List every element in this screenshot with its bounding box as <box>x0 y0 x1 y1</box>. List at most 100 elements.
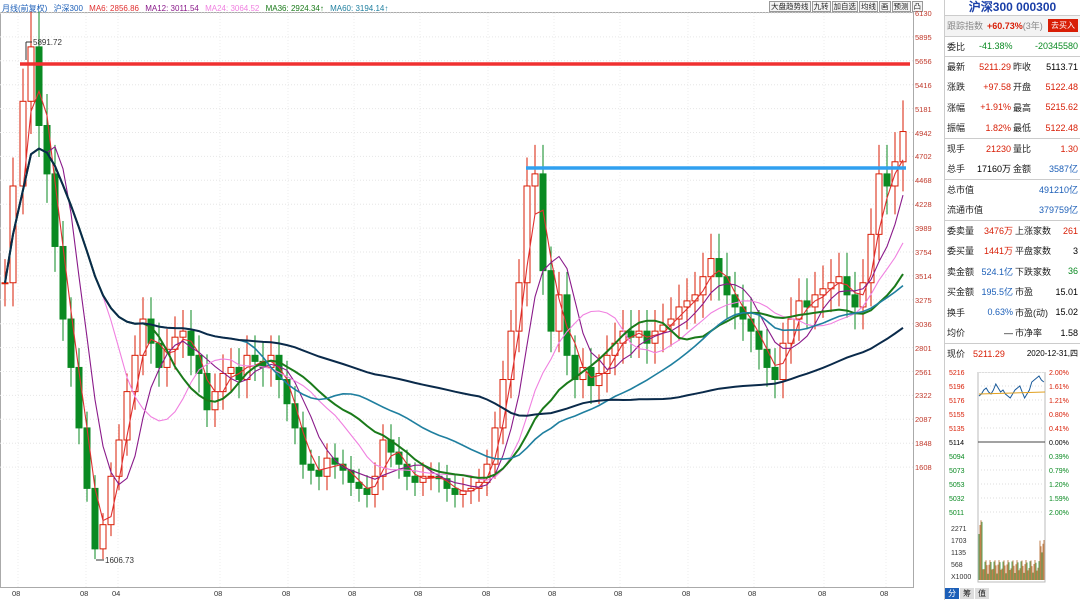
mcap-label: 总市值 <box>947 185 975 196</box>
y-tick-label: 2561 <box>915 367 932 377</box>
sellvol-label: 委卖量 <box>947 226 975 237</box>
weibi-value: -41.38% <box>979 41 1013 52</box>
pedyn-label: 市盈(动) <box>1015 307 1048 318</box>
mini-volume-tick: 1135 <box>951 550 967 557</box>
mini-volume-tick: 2271 <box>951 526 967 533</box>
candle-body <box>699 276 707 296</box>
mini-pct-tick: 0.39% <box>1049 454 1069 461</box>
float-value: 379759亿 <box>1038 205 1078 216</box>
mini-pct-tick: 2.00% <box>1049 370 1069 377</box>
tab-intraday[interactable]: 分 <box>945 588 959 599</box>
candle-body <box>315 469 323 477</box>
candle-body <box>515 282 523 332</box>
track-label: 跟踪指数 <box>947 21 984 32</box>
x-tick-label: 04 <box>112 589 121 598</box>
y-tick-label: 5895 <box>915 32 932 42</box>
draw-button[interactable]: 画 <box>879 1 891 12</box>
candle-body <box>451 487 459 495</box>
candle-body <box>99 524 107 550</box>
ma60-label: MA60: 3194.14↑ <box>330 4 389 13</box>
ma-legend: 月线(前复权) 沪深300 MA6: 2856.86 MA12: 3011.54… <box>2 3 392 14</box>
ma6-label: MA6: 2856.86 <box>89 4 139 13</box>
y-tick-label: 3036 <box>915 319 932 329</box>
mini-volume-tick: X1000 <box>951 574 972 581</box>
y-tick-label: 3754 <box>915 248 932 257</box>
candle-body <box>355 481 363 489</box>
flatcount-label: 平盘家数 <box>1015 246 1052 257</box>
avg-label: 均价 <box>947 328 966 339</box>
x-tick-label: 08 <box>818 589 827 598</box>
pe-value: 15.01 <box>1055 286 1078 297</box>
candle-body <box>499 379 507 429</box>
candle-body <box>1 282 9 285</box>
candle-body <box>27 46 35 102</box>
x-tick-label: 08 <box>414 589 423 598</box>
add-watchlist-button[interactable]: 加自选 <box>831 1 858 12</box>
pe-label: 市盈 <box>1015 287 1034 298</box>
candle-body <box>747 318 755 332</box>
x-tick-label: 08 <box>682 589 691 598</box>
ma36-line <box>4 147 904 479</box>
mode-label: 月线(前复权) <box>2 4 48 13</box>
amount-value: 3587亿 <box>1048 164 1078 175</box>
x-tick-label: 08 <box>614 589 623 598</box>
y-tick-label: 6130 <box>915 9 932 18</box>
high-annotation: 5891.72 <box>33 38 62 47</box>
x-tick-label: 08 <box>548 589 557 598</box>
candle-body <box>715 258 723 278</box>
mini-volume-tick: 568 <box>951 562 963 569</box>
nine-turn-button[interactable]: 九转 <box>811 1 831 12</box>
x-tick-label: 08 <box>482 589 491 598</box>
tab-chips[interactable]: 筹 <box>960 588 974 599</box>
y-tick-label: 4468 <box>915 176 932 186</box>
mini-price-tick: 5196 <box>949 384 965 391</box>
downcount-label: 下跌家数 <box>1015 266 1052 277</box>
buyamt-label: 买金额 <box>947 287 975 298</box>
mini-pct-tick: 1.61% <box>1049 384 1069 391</box>
prevclose-value: 5113.71 <box>1046 61 1078 72</box>
sellamt-value: 524.1亿 <box>981 266 1013 277</box>
toolbar: 大盘趋势线 九转 加自选 均线 画 预测 凸 <box>769 1 923 12</box>
ma-button[interactable]: 均线 <box>859 1 878 12</box>
weibi-label: 委比 <box>947 41 966 52</box>
candle-body <box>707 258 715 278</box>
buy-button[interactable]: 去买入 <box>1048 19 1078 33</box>
pct-value: +1.91% <box>980 102 1011 113</box>
change-label: 涨跌 <box>947 82 966 93</box>
x-tick-label: 08 <box>12 589 21 598</box>
price-value: 5211.29 <box>973 348 1005 359</box>
candle-body <box>123 391 131 441</box>
amount-label: 金额 <box>1013 164 1032 175</box>
flatcount-value: 3 <box>1072 245 1078 256</box>
prevclose-label: 昨收 <box>1013 62 1032 73</box>
candle-body <box>395 451 403 465</box>
pedyn-value: 15.02 <box>1055 307 1078 318</box>
ma12-line <box>4 145 904 488</box>
mini-pct-tick: 0.80% <box>1049 412 1069 419</box>
mini-volume-tick: 1703 <box>951 538 967 545</box>
mini-price-tick: 5053 <box>949 482 965 489</box>
date-value: 2020-12-31,四 <box>1026 349 1078 359</box>
amp-label: 振幅 <box>947 123 966 134</box>
kline-chart[interactable]: 5891.72 1606.73 <box>0 0 944 600</box>
mini-pct-tick: 2.00% <box>1049 510 1069 517</box>
mini-price-tick: 5032 <box>949 496 965 503</box>
y-tick-label: 1608 <box>915 463 932 473</box>
predict-button[interactable]: 预测 <box>891 1 911 12</box>
low-value: 5122.48 <box>1045 122 1078 133</box>
symbol-label: 沪深300 <box>53 4 83 13</box>
y-tick-label: 4942 <box>915 128 932 138</box>
mini-price-tick: 5135 <box>949 426 965 433</box>
mini-pct-tick: 0.00% <box>1049 440 1069 447</box>
tab-value[interactable]: 值 <box>975 588 989 599</box>
open-value: 5122.48 <box>1045 81 1078 92</box>
mcap-value: 491210亿 <box>1038 185 1078 196</box>
trend-button[interactable]: 大盘趋势线 <box>769 1 811 12</box>
ma24-label: MA24: 3064.52 <box>205 4 260 13</box>
candle-body <box>59 245 67 320</box>
candle-body <box>547 270 555 332</box>
candle-body <box>899 131 907 163</box>
sellvol-value: 3476万 <box>983 226 1013 237</box>
candle-body <box>723 276 731 296</box>
x-tick-label: 08 <box>80 589 89 598</box>
